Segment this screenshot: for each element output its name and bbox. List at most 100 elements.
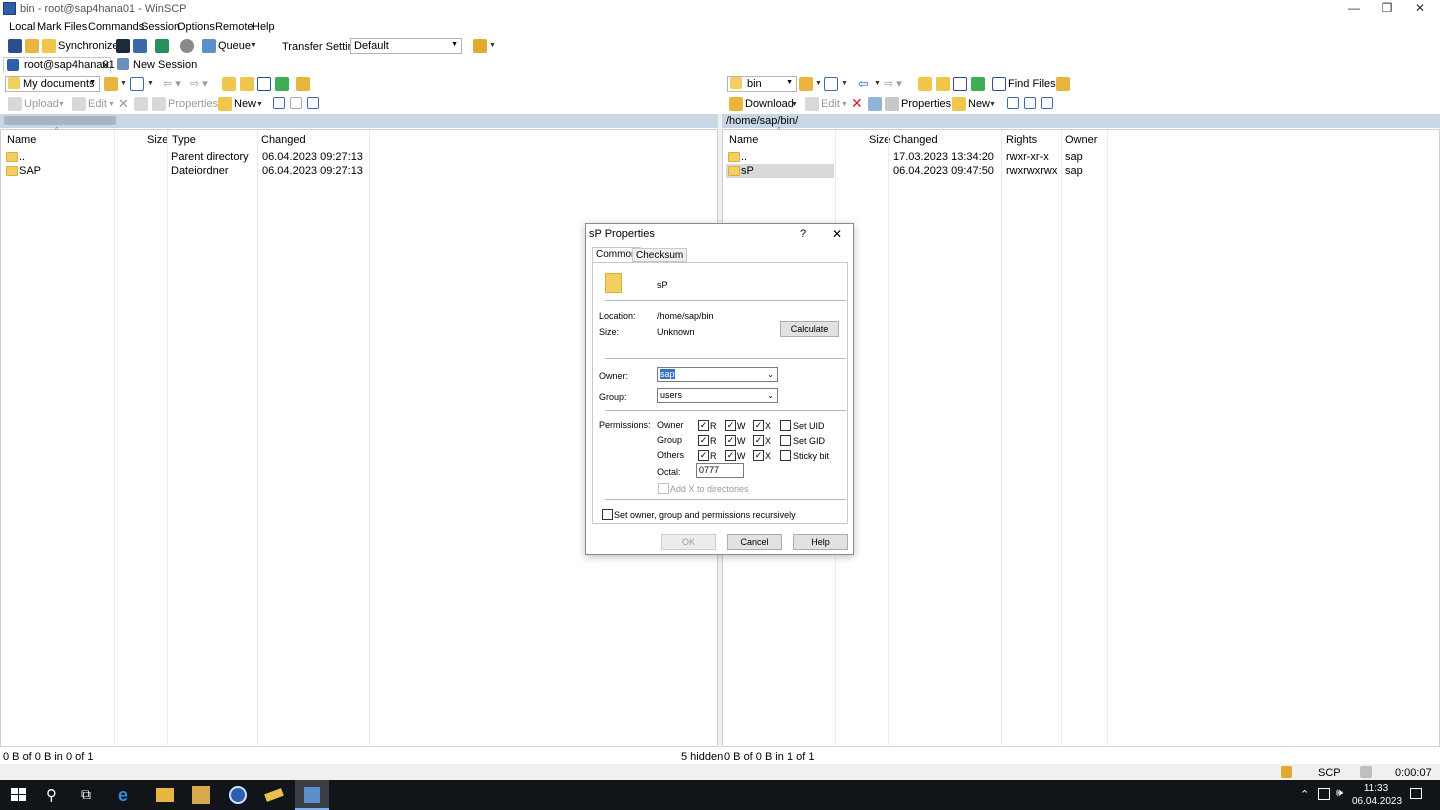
back-icon[interactable]: ⇦ ▾: [163, 77, 181, 90]
owner-read-checkbox[interactable]: ✓: [698, 420, 709, 431]
calculate-button[interactable]: Calculate: [780, 321, 839, 337]
root-directory-icon[interactable]: [936, 77, 950, 91]
table-row[interactable]: .. Parent directory 06.04.2023 09:27:13: [1, 150, 717, 164]
transfer-settings-select[interactable]: Default ▼: [350, 38, 462, 54]
owner-select[interactable]: sap ⌄: [657, 367, 778, 382]
filter-dropdown-icon[interactable]: ▼: [147, 80, 154, 87]
properties-button[interactable]: Properties: [901, 98, 951, 110]
left-location-select[interactable]: My documents ▼: [5, 76, 100, 92]
rename-icon[interactable]: [868, 97, 882, 111]
help-icon[interactable]: ?: [800, 228, 806, 240]
edit-button[interactable]: Edit: [821, 98, 840, 110]
transfer-settings-dropdown-icon[interactable]: ▼: [489, 42, 496, 49]
find-files-icon[interactable]: [296, 77, 310, 91]
others-read-checkbox[interactable]: ✓: [698, 450, 709, 461]
upload-dropdown-icon[interactable]: ▼: [58, 101, 65, 108]
menu-files[interactable]: Files: [64, 21, 87, 33]
open-directory-icon[interactable]: [799, 77, 813, 91]
column-changed[interactable]: Changed: [889, 130, 999, 148]
table-row[interactable]: sP 06.04.2023 09:47:50 rwxrwxrwx sap: [723, 164, 1439, 178]
filter-mask-icon[interactable]: [1041, 97, 1053, 109]
new-button[interactable]: New: [234, 98, 256, 110]
tools-icon[interactable]: [192, 786, 210, 804]
file-explorer-icon[interactable]: [156, 788, 174, 802]
edit-dropdown-icon[interactable]: ▼: [841, 101, 848, 108]
column-size[interactable]: Size: [143, 130, 169, 148]
right-path-bar[interactable]: /home/sap/bin/: [722, 114, 1440, 128]
set-gid-checkbox[interactable]: [780, 435, 791, 446]
properties-button[interactable]: Properties: [168, 98, 218, 110]
clock-date[interactable]: 06.04.2023: [1352, 796, 1402, 807]
open-directory-dropdown-icon[interactable]: ▼: [120, 80, 127, 87]
column-type[interactable]: Type: [168, 130, 256, 148]
forward-icon[interactable]: ⇨ ▾: [884, 77, 902, 90]
menu-local[interactable]: Local: [9, 21, 35, 33]
terminal-icon[interactable]: [116, 39, 130, 53]
select-all-icon[interactable]: [273, 97, 285, 109]
preferences-gear-icon[interactable]: [180, 39, 194, 53]
find-files-icon[interactable]: [992, 77, 1006, 91]
unselect-icon[interactable]: [290, 97, 302, 109]
column-rights[interactable]: Rights: [1002, 130, 1060, 148]
others-write-checkbox[interactable]: ✓: [725, 450, 736, 461]
owner-write-checkbox[interactable]: ✓: [725, 420, 736, 431]
table-row[interactable]: .. 17.03.2023 13:34:20 rwxr-xr-x sap: [723, 150, 1439, 164]
minimize-icon[interactable]: —: [1337, 0, 1371, 18]
edit-dropdown-icon[interactable]: ▼: [108, 101, 115, 108]
synchronize-icon[interactable]: [42, 39, 56, 53]
synchronize-button[interactable]: Synchronize: [58, 40, 119, 52]
delete-icon[interactable]: ✕: [118, 96, 129, 112]
left-path-bar[interactable]: [0, 114, 718, 128]
open-directory-icon[interactable]: [104, 77, 118, 91]
group-read-checkbox[interactable]: ✓: [698, 435, 709, 446]
restore-icon[interactable]: ❐: [1370, 0, 1404, 18]
task-view-icon[interactable]: ⧉: [81, 786, 99, 804]
home-icon[interactable]: [953, 77, 967, 91]
notifications-icon[interactable]: [1410, 788, 1422, 799]
cancel-button[interactable]: Cancel: [727, 534, 782, 550]
edit-button[interactable]: Edit: [88, 98, 107, 110]
right-location-select[interactable]: bin ▼: [727, 76, 797, 92]
search-icon[interactable]: ⚲: [46, 786, 64, 804]
tab-checksum[interactable]: Checksum: [632, 248, 688, 262]
queue-icon[interactable]: [202, 39, 216, 53]
tab-root-session[interactable]: root@sap4hana01 ✕: [3, 57, 115, 73]
new-dropdown-icon[interactable]: ▼: [989, 101, 996, 108]
synchronize-browsing-icon[interactable]: [25, 39, 39, 53]
owner-exec-checkbox[interactable]: ✓: [753, 420, 764, 431]
table-row[interactable]: SAP Dateiordner 06.04.2023 09:27:13: [1, 164, 717, 178]
queue-dropdown-icon[interactable]: ▼: [250, 42, 257, 49]
group-write-checkbox[interactable]: ✓: [725, 435, 736, 446]
root-directory-icon[interactable]: [240, 77, 254, 91]
recursive-checkbox[interactable]: [602, 509, 613, 520]
back-icon[interactable]: ⇦: [858, 76, 869, 92]
delete-icon[interactable]: ✕: [851, 95, 863, 112]
close-icon[interactable]: ✕: [1403, 0, 1437, 18]
filter-icon[interactable]: [824, 77, 838, 91]
clock-time[interactable]: 11:33: [1356, 783, 1396, 794]
column-size[interactable]: Size: [865, 130, 890, 148]
network-icon[interactable]: [1318, 788, 1330, 800]
app-wheel-icon[interactable]: [229, 786, 247, 804]
set-uid-checkbox[interactable]: [780, 420, 791, 431]
menu-mark[interactable]: Mark: [37, 21, 61, 33]
sticky-bit-checkbox[interactable]: [780, 450, 791, 461]
filter-dropdown-icon[interactable]: ▼: [841, 80, 848, 87]
forward-icon[interactable]: ⇨ ▾: [190, 77, 208, 90]
compare-directories-icon[interactable]: [8, 39, 22, 53]
filter-mask-icon[interactable]: [307, 97, 319, 109]
refresh-icon[interactable]: [971, 77, 985, 91]
column-owner[interactable]: Owner: [1061, 130, 1105, 148]
octal-input[interactable]: 0777: [696, 463, 744, 478]
filter-icon[interactable]: [130, 77, 144, 91]
find-files-button[interactable]: Find Files: [1008, 78, 1056, 90]
volume-icon[interactable]: 🕪: [1336, 787, 1343, 800]
tab-close-icon[interactable]: ✕: [101, 59, 110, 72]
hidden-count[interactable]: 5 hidden: [681, 751, 723, 763]
rename-icon[interactable]: [134, 97, 148, 111]
new-button[interactable]: New: [968, 98, 990, 110]
upload-button[interactable]: Upload: [24, 98, 59, 110]
refresh-session-icon[interactable]: [155, 39, 169, 53]
putty-icon[interactable]: [133, 39, 147, 53]
queue-button[interactable]: Queue: [218, 40, 251, 52]
